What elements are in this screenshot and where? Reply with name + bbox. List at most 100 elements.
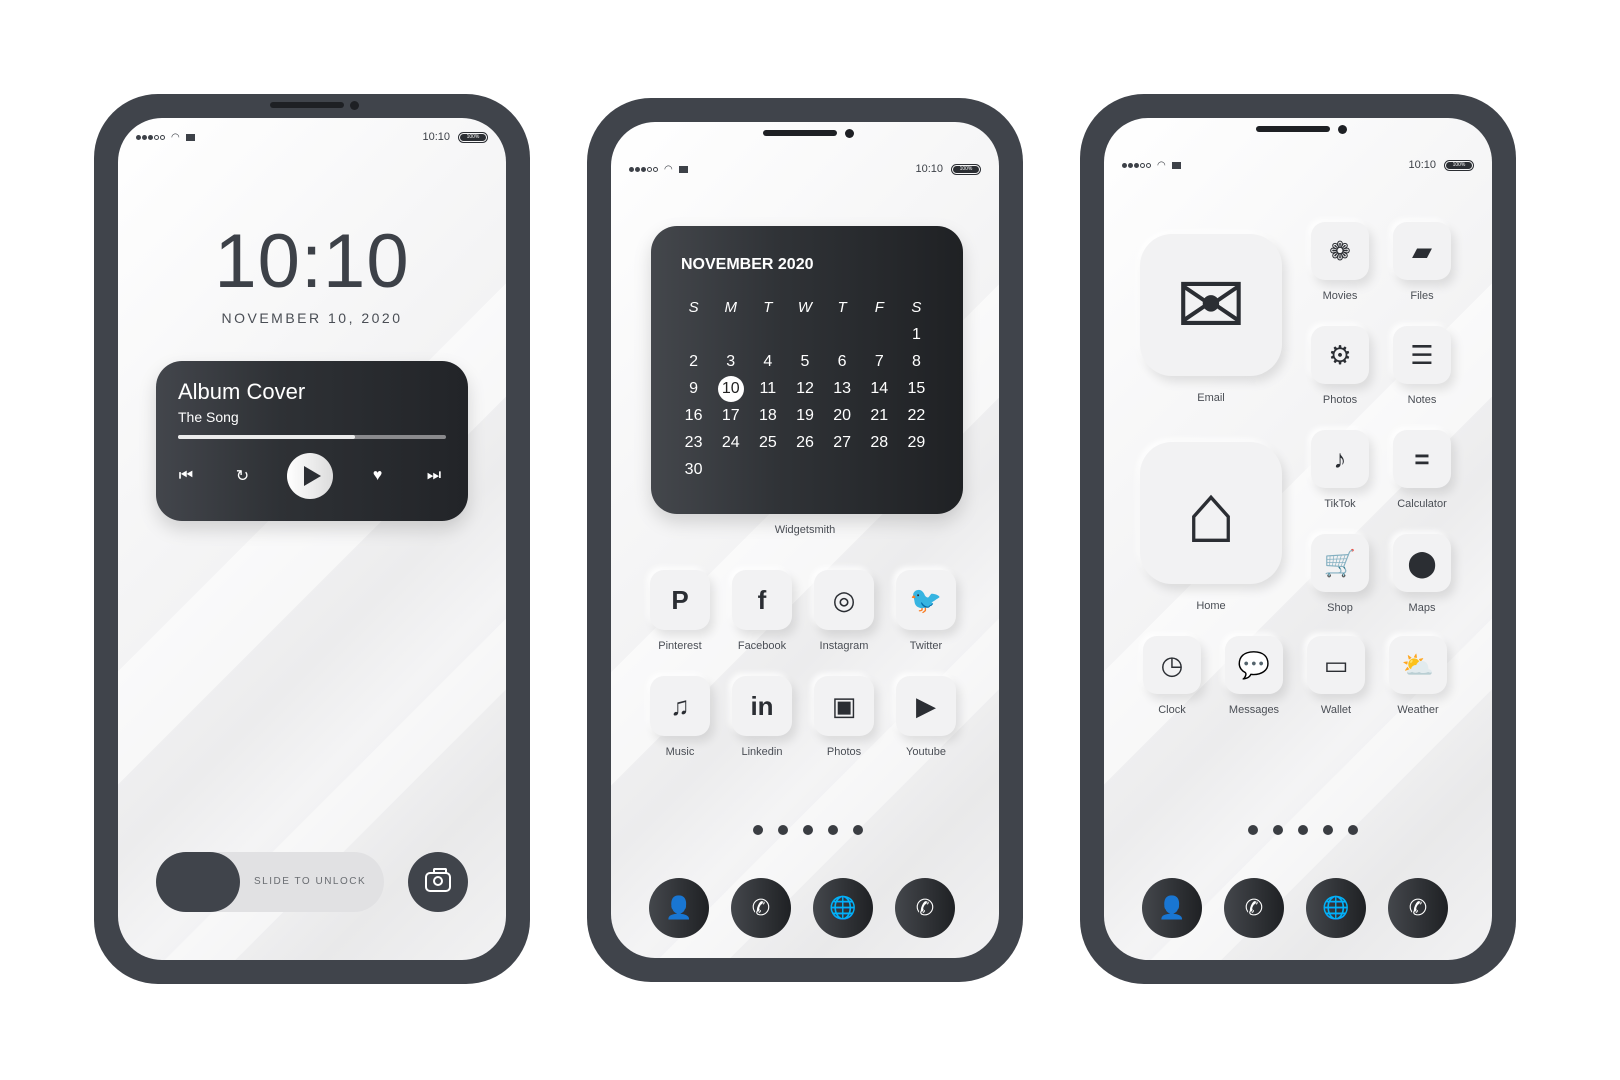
calendar-day[interactable]: 12 — [786, 377, 823, 401]
calendar-day[interactable]: 3 — [712, 350, 749, 374]
app-youtube[interactable]: ▶ Youtube — [895, 676, 957, 758]
app-tile[interactable]: ♪ — [1311, 430, 1369, 488]
app-pinterest[interactable]: P Pinterest — [649, 570, 711, 652]
calendar-day[interactable]: 22 — [898, 404, 935, 428]
previous-icon[interactable]: ⏮ — [174, 467, 198, 485]
app-tiktok[interactable]: ♪ TikTok — [1310, 430, 1370, 510]
calendar-day[interactable]: 8 — [898, 350, 935, 374]
page-dot[interactable] — [1273, 825, 1283, 835]
contacts-dock-button[interactable]: 👤 — [1142, 878, 1202, 938]
app-tile[interactable]: 🐦 — [896, 570, 956, 630]
app-tile[interactable]: ☰ — [1393, 326, 1451, 384]
app-music[interactable]: ♫ Music — [649, 676, 711, 758]
app-messages[interactable]: 💬 Messages — [1224, 636, 1284, 716]
page-dot[interactable] — [853, 825, 863, 835]
app-tile[interactable]: ◷ — [1143, 636, 1201, 694]
app-email[interactable]: ✉ Email — [1140, 234, 1282, 404]
calendar-day[interactable]: 4 — [749, 350, 786, 374]
browser-globe-dock-button[interactable]: 🌐 — [813, 878, 873, 938]
slide-to-unlock[interactable]: SLIDE TO UNLOCK — [156, 852, 384, 912]
calendar-day[interactable]: 19 — [786, 404, 823, 428]
calendar-day[interactable]: 7 — [861, 350, 898, 374]
calendar-day[interactable]: 25 — [749, 431, 786, 455]
app-instagram[interactable]: ◎ Instagram — [813, 570, 875, 652]
play-button[interactable] — [287, 453, 333, 499]
app-tile[interactable]: = — [1393, 430, 1451, 488]
page-dot[interactable] — [753, 825, 763, 835]
calendar-day[interactable]: 13 — [824, 377, 861, 401]
app-tile[interactable]: f — [732, 570, 792, 630]
progress-bar[interactable] — [178, 435, 446, 439]
app-tile[interactable]: 🛒 — [1311, 534, 1369, 592]
app-photos[interactable]: ▣ Photos — [813, 676, 875, 758]
app-tile[interactable]: ❁ — [1311, 222, 1369, 280]
calendar-day[interactable]: 16 — [675, 404, 712, 428]
calendar-day[interactable]: 30 — [675, 458, 712, 482]
calendar-day[interactable]: 6 — [824, 350, 861, 374]
calendar-day[interactable]: 27 — [824, 431, 861, 455]
next-icon[interactable]: ⏭ — [422, 467, 446, 485]
calendar-day[interactable]: 1 — [898, 323, 935, 347]
phone-dock-button[interactable]: ✆ — [895, 878, 955, 938]
app-tile[interactable]: ⚙ — [1311, 326, 1369, 384]
calendar-day[interactable]: 23 — [675, 431, 712, 455]
page-dot[interactable] — [1248, 825, 1258, 835]
app-tile[interactable]: ▭ — [1307, 636, 1365, 694]
calendar-day[interactable]: 17 — [712, 404, 749, 428]
app-tile[interactable]: ▰ — [1393, 222, 1451, 280]
app-tile[interactable]: ◎ — [814, 570, 874, 630]
app-linkedin[interactable]: in Linkedin — [731, 676, 793, 758]
app-shop[interactable]: 🛒 Shop — [1310, 534, 1370, 614]
app-tile[interactable]: in — [732, 676, 792, 736]
app-notes[interactable]: ☰ Notes — [1392, 326, 1452, 406]
app-home[interactable]: ⌂ Home — [1140, 442, 1282, 612]
app-clock[interactable]: ◷ Clock — [1142, 636, 1202, 716]
calendar-today[interactable]: 10 — [712, 376, 749, 402]
calendar-day[interactable]: 29 — [898, 431, 935, 455]
app-calculator[interactable]: = Calculator — [1392, 430, 1452, 510]
calendar-day[interactable]: 21 — [861, 404, 898, 428]
camera-button[interactable] — [408, 852, 468, 912]
app-tile[interactable]: ▣ — [814, 676, 874, 736]
app-tile[interactable]: ⛅ — [1389, 636, 1447, 694]
app-photos[interactable]: ⚙ Photos — [1310, 326, 1370, 406]
calendar-day[interactable]: 5 — [786, 350, 823, 374]
app-tile[interactable]: 💬 — [1225, 636, 1283, 694]
page-dot[interactable] — [1348, 825, 1358, 835]
page-dot[interactable] — [1298, 825, 1308, 835]
app-tile[interactable]: ▶ — [896, 676, 956, 736]
calendar-day[interactable]: 9 — [675, 377, 712, 401]
repeat-icon[interactable]: ↻ — [231, 466, 255, 486]
calendar-day[interactable]: 14 — [861, 377, 898, 401]
app-tile[interactable]: ⌂ — [1140, 442, 1282, 584]
calendar-day[interactable]: 18 — [749, 404, 786, 428]
calendar-day[interactable]: 11 — [749, 377, 786, 401]
app-weather[interactable]: ⛅ Weather — [1388, 636, 1448, 716]
whatsapp-dock-button[interactable]: ✆ — [731, 878, 791, 938]
slider-knob[interactable] — [156, 852, 240, 912]
app-tile[interactable]: ✉ — [1140, 234, 1282, 376]
app-maps[interactable]: ⬤ Maps — [1392, 534, 1452, 614]
page-dot[interactable] — [1323, 825, 1333, 835]
calendar-day[interactable]: 24 — [712, 431, 749, 455]
page-dot[interactable] — [803, 825, 813, 835]
app-movies[interactable]: ❁ Movies — [1310, 222, 1370, 302]
calendar-day[interactable]: 20 — [824, 404, 861, 428]
app-tile[interactable]: ⬤ — [1393, 534, 1451, 592]
calendar-day[interactable]: 28 — [861, 431, 898, 455]
calendar-widget[interactable]: NOVEMBER 2020 S M T W T F S 1 2 3 4 5 6 7 8 9 10 11 12 13 14… — [651, 226, 963, 514]
calendar-day[interactable]: 15 — [898, 377, 935, 401]
app-files[interactable]: ▰ Files — [1392, 222, 1452, 302]
app-facebook[interactable]: f Facebook — [731, 570, 793, 652]
phone-dock-button[interactable]: ✆ — [1388, 878, 1448, 938]
heart-icon[interactable]: ♥ — [366, 467, 390, 485]
contacts-dock-button[interactable]: 👤 — [649, 878, 709, 938]
whatsapp-dock-button[interactable]: ✆ — [1224, 878, 1284, 938]
calendar-day[interactable]: 26 — [786, 431, 823, 455]
app-twitter[interactable]: 🐦 Twitter — [895, 570, 957, 652]
page-dot[interactable] — [828, 825, 838, 835]
browser-globe-dock-button[interactable]: 🌐 — [1306, 878, 1366, 938]
app-tile[interactable]: ♫ — [650, 676, 710, 736]
app-wallet[interactable]: ▭ Wallet — [1306, 636, 1366, 716]
app-tile[interactable]: P — [650, 570, 710, 630]
